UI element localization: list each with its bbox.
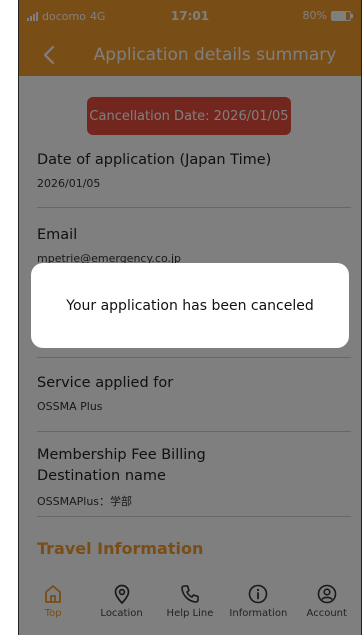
- cancellation-dialog: Your application has been canceled: [31, 263, 349, 348]
- dialog-message: Your application has been canceled: [66, 297, 314, 314]
- phone-screen: docomo 4G 17:01 80% Application details …: [18, 0, 362, 635]
